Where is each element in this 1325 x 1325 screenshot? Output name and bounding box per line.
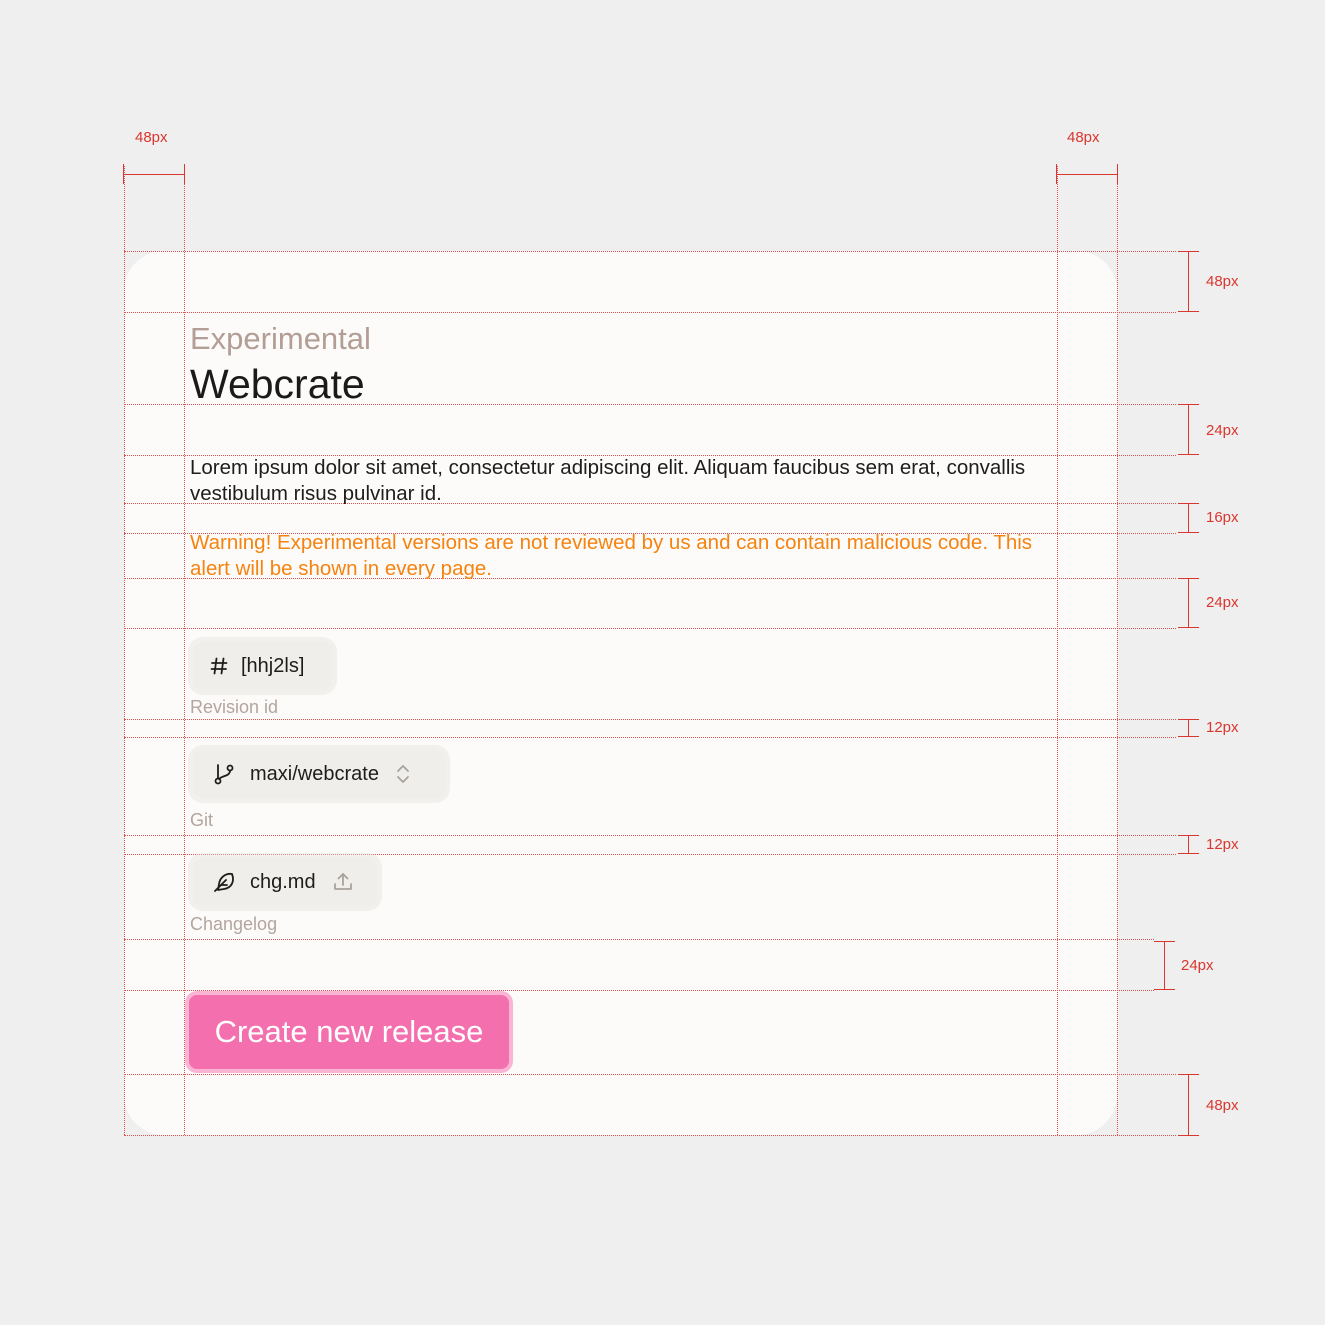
dimension-marker (1178, 311, 1199, 312)
guide-line (124, 854, 1176, 855)
dimension-marker (1178, 835, 1199, 836)
guide-line (124, 251, 1176, 252)
guide-line (124, 990, 1154, 991)
dimension-marker (1154, 989, 1175, 990)
guide-line (1117, 166, 1118, 1135)
dimension-marker (1154, 941, 1175, 942)
description-text: Lorem ipsum dolor sit amet, consectetur … (190, 456, 1026, 505)
feather-icon (212, 870, 236, 894)
dimension-marker (1188, 251, 1189, 312)
dimension-marker (124, 174, 185, 175)
dimension-label: 16px (1206, 509, 1239, 526)
guide-line (124, 166, 125, 1135)
dimension-label: 24px (1206, 422, 1239, 439)
dimension-marker (1188, 578, 1189, 628)
guide-line (124, 719, 1176, 720)
changelog-file-value: chg.md (250, 870, 316, 893)
guide-line (124, 628, 1176, 629)
dimension-label: 24px (1206, 594, 1239, 611)
git-branch-icon (212, 762, 236, 786)
dimension-label: 12px (1206, 836, 1239, 853)
dimension-label: 12px (1206, 719, 1239, 736)
dimension-marker (1178, 1074, 1199, 1075)
dimension-marker (1188, 404, 1189, 455)
create-release-button[interactable]: Create new release (189, 995, 509, 1069)
dimension-marker (184, 164, 185, 184)
eyebrow-label: Experimental (190, 321, 371, 356)
guide-line (124, 1135, 1176, 1136)
upload-icon[interactable] (332, 871, 354, 893)
git-repo-select[interactable]: maxi/webcrate (193, 750, 445, 798)
warning-alert: Warning! Experimental versions are not r… (190, 531, 1033, 580)
dimension-marker (1178, 404, 1199, 405)
dimension-label: 48px (1206, 1097, 1239, 1114)
revision-id-value: [hhj2ls] (241, 654, 305, 677)
page-title: Webcrate (190, 361, 365, 407)
dimension-marker (1057, 174, 1118, 175)
git-repo-value: maxi/webcrate (250, 762, 379, 785)
dimension-marker (1178, 736, 1199, 737)
guide-line (124, 835, 1176, 836)
chevron-up-down-icon (393, 762, 413, 786)
dimension-marker (1178, 251, 1199, 252)
revision-id-label: Revision id (190, 697, 279, 717)
dimension-marker (1188, 835, 1189, 854)
dimension-marker (1178, 1135, 1199, 1136)
guide-line (184, 166, 185, 1135)
git-label: Git (190, 810, 214, 830)
dimension-marker (1178, 853, 1199, 854)
dimension-marker (1188, 1074, 1189, 1135)
dimension-marker (1164, 941, 1165, 990)
dimension-label: 48px (1067, 129, 1100, 146)
dimension-marker (1178, 532, 1199, 533)
dimension-marker (1178, 578, 1199, 579)
changelog-file-field[interactable]: chg.md (193, 858, 377, 906)
guide-line (1057, 166, 1058, 1135)
guide-line (124, 1074, 1176, 1075)
guide-line (124, 939, 1154, 940)
dimension-label: 48px (1206, 273, 1239, 290)
revision-id-field[interactable]: [hhj2ls] (193, 642, 332, 690)
changelog-label: Changelog (190, 914, 278, 934)
guide-line (124, 312, 1176, 313)
dimension-marker (1188, 503, 1189, 533)
dimension-marker (123, 164, 124, 184)
dimension-marker (1188, 719, 1189, 737)
dimension-label: 48px (135, 129, 168, 146)
dimension-marker (1178, 627, 1199, 628)
guide-line (124, 737, 1176, 738)
dimension-marker (1178, 503, 1199, 504)
hash-icon (208, 656, 230, 676)
dimension-marker (1178, 719, 1199, 720)
dimension-label: 24px (1181, 957, 1214, 974)
dimension-marker (1056, 164, 1057, 184)
dimension-marker (1117, 164, 1118, 184)
dimension-marker (1178, 454, 1199, 455)
